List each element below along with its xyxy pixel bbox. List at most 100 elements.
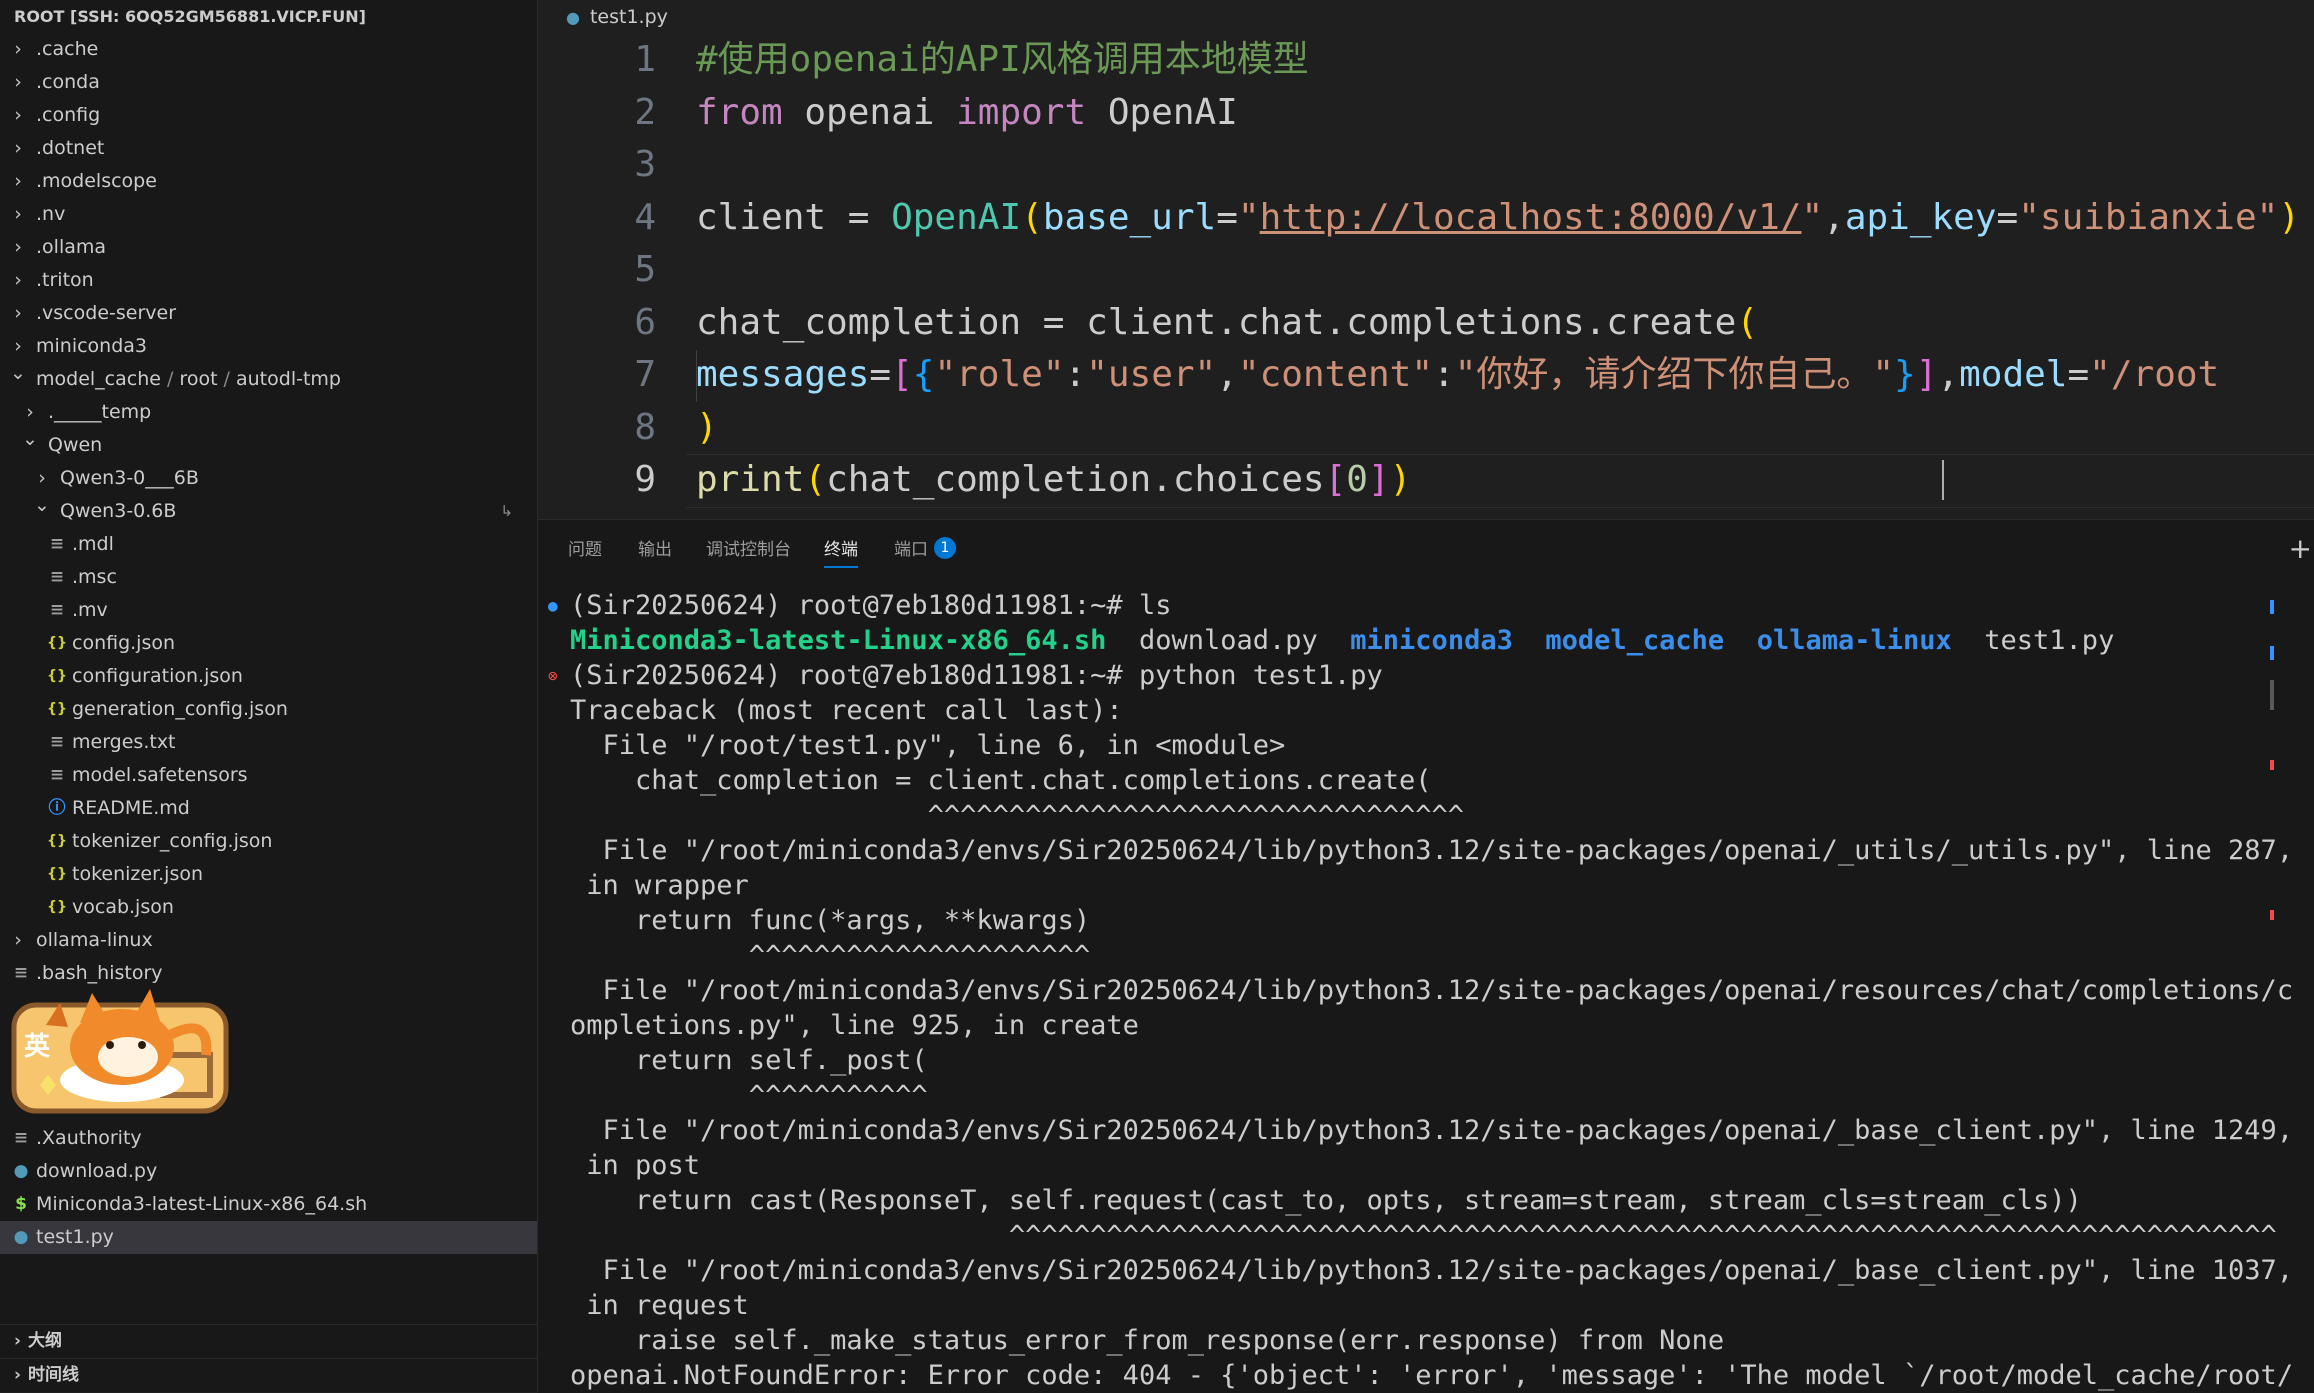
terminal-line: in post <box>570 1148 2310 1183</box>
tree-folder[interactable]: › .nv <box>0 198 537 231</box>
terminal-line: File "/root/miniconda3/envs/Sir20250624/… <box>570 1253 2310 1288</box>
chevron-right-icon: › <box>14 302 22 324</box>
compact-path-segment: autodl-tmp <box>236 368 341 390</box>
terminal-line: File "/root/miniconda3/envs/Sir20250624/… <box>570 1113 2310 1148</box>
outline-section[interactable]: › 大纲 <box>0 1324 537 1358</box>
terminal-line: ^^^^^^^^^^^^^^^^^^^^^ <box>570 938 2310 973</box>
tree-file[interactable]: ≡ model.safetensors <box>0 759 537 792</box>
terminal-text: File "/root/miniconda3/envs/Sir20250624/… <box>570 835 2294 866</box>
terminal-line: ompletions.py", line 925, in create <box>570 1008 2310 1043</box>
tree-folder[interactable]: › .cache <box>0 33 537 66</box>
tree-file[interactable]: {} config.json <box>0 627 537 660</box>
tree-folder[interactable]: ⌄ Qwen <box>0 428 537 462</box>
tree-item-label: download.py <box>36 1160 158 1182</box>
chevron-right-icon: › <box>14 170 22 192</box>
tree-file[interactable]: ≡ merges.txt <box>0 726 537 759</box>
text-file-icon: ≡ <box>49 567 65 587</box>
code-token: OpenAI <box>1086 91 1238 133</box>
tree-folder[interactable]: › ._____temp <box>0 396 537 429</box>
code-token: "user" <box>1086 354 1217 395</box>
python-file-icon: ● <box>13 1227 29 1247</box>
new-terminal-icon[interactable]: + <box>2289 532 2312 565</box>
code-text: from openai import OpenAI <box>696 87 1238 139</box>
text-file-icon: ≡ <box>49 600 65 620</box>
tree-item-label: ollama-linux <box>36 929 153 951</box>
tree-item-label: .msc <box>72 566 117 588</box>
tree-file[interactable]: ● download.py <box>0 1155 537 1188</box>
terminal-text: (Sir20250624) root@7eb180d11981:~# pytho… <box>570 660 1383 691</box>
code-token: ) <box>2278 196 2300 238</box>
tree-folder[interactable]: › .config <box>0 99 537 132</box>
tree-file[interactable]: $ Miniconda3-latest-Linux-x86_64.sh <box>0 1188 537 1221</box>
tree-file[interactable]: ≡ .mv <box>0 594 537 627</box>
tree-file[interactable]: ≡ .Xauthority <box>0 1122 537 1155</box>
code-text: #使用openai的API风格调用本地模型 <box>696 34 1309 86</box>
terminal-overview-ruler[interactable] <box>2270 580 2274 1393</box>
terminal-line: File "/root/miniconda3/envs/Sir20250624/… <box>570 833 2310 868</box>
info-file-icon: ⓘ <box>48 798 66 818</box>
terminal-line: return self._post( <box>570 1043 2310 1078</box>
tree-folder[interactable]: › .vscode-server <box>0 297 537 330</box>
tree-item-label: .modelscope <box>36 170 157 192</box>
line-number: 8 <box>634 406 656 448</box>
code-token: base_url <box>1042 196 1217 238</box>
terminal-text: File "/root/miniconda3/envs/Sir20250624/… <box>570 1255 2294 1286</box>
terminal-text: openai.NotFoundError: Error code: 404 - … <box>570 1360 2294 1391</box>
tab-output[interactable]: 输出 <box>638 520 672 580</box>
timeline-section[interactable]: › 时间线 <box>0 1358 537 1392</box>
tree-file[interactable]: {} tokenizer.json <box>0 858 537 891</box>
code-token: = <box>2067 354 2090 395</box>
command-success-icon[interactable]: ● <box>548 588 558 623</box>
tree-file[interactable]: ● test1.py <box>0 1221 537 1254</box>
shell-file-icon: $ <box>15 1194 27 1214</box>
tree-file[interactable]: {} configuration.json <box>0 660 537 693</box>
tab-debug-console[interactable]: 调试控制台 <box>706 520 791 580</box>
tree-folder[interactable]: › .modelscope <box>0 165 537 198</box>
tree-file[interactable]: {} vocab.json <box>0 891 537 924</box>
terminal-line: in request <box>570 1288 2310 1323</box>
tree-folder[interactable]: › .ollama <box>0 231 537 264</box>
tree-folder[interactable]: › .dotnet <box>0 132 537 165</box>
tree-folder[interactable]: › .conda <box>0 66 537 99</box>
code-token: = <box>869 354 892 395</box>
panel-tabs: 问题 输出 调试控制台 终端 端口 1 + <box>538 520 2314 580</box>
code-token: , <box>1216 354 1238 395</box>
tab-ports[interactable]: 端口 1 <box>894 520 956 580</box>
tree-folder[interactable]: › ollama-linux <box>0 924 537 957</box>
terminal-output[interactable]: ● (Sir20250624) root@7eb180d11981:~# ls Mi… <box>548 588 2310 1393</box>
editor-tab-test1[interactable]: ● test1.py <box>538 0 2314 34</box>
terminal-text: ollama-linux <box>1756 625 1952 656</box>
tree-file[interactable]: ≡ .mdl <box>0 528 537 561</box>
chevron-right-icon: › <box>14 269 22 291</box>
tree-file[interactable]: {} tokenizer_config.json <box>0 825 537 858</box>
terminal-text: File "/root/miniconda3/envs/Sir20250624/… <box>570 975 2294 1006</box>
tree-item-label: .config <box>36 104 101 126</box>
tab-terminal[interactable]: 终端 <box>824 520 858 580</box>
tree-file[interactable]: ⓘ README.md <box>0 792 537 825</box>
command-error-icon[interactable]: ⊗ <box>548 658 558 693</box>
tree-folder[interactable]: › miniconda3 <box>0 330 537 363</box>
tree-folder[interactable]: ⌄ model_cache / root / autodl-tmp <box>0 362 537 396</box>
chevron-down-icon: ⌄ <box>10 362 26 384</box>
code-token: } <box>1894 354 1916 395</box>
python-file-icon: ● <box>13 1161 29 1181</box>
tab-problems[interactable]: 问题 <box>568 520 602 580</box>
line-number: 6 <box>634 301 656 343</box>
code-token: , <box>1823 196 1845 238</box>
chevron-right-icon: › <box>14 1331 22 1351</box>
tree-folder[interactable]: ⌄ Qwen3-0.6B ↳ <box>0 494 537 528</box>
terminal-text: in request <box>570 1290 749 1321</box>
tree-file[interactable]: {} generation_config.json <box>0 693 537 726</box>
tree-folder[interactable]: › Qwen3-0___6B <box>0 462 537 495</box>
code-token: [ <box>891 354 913 395</box>
bottom-panel: 问题 输出 调试控制台 终端 端口 1 + ● (Sir20250624) root… <box>538 519 2314 1393</box>
tree-item-label: configuration.json <box>72 665 243 687</box>
line-number: 7 <box>634 354 656 395</box>
tree-file[interactable]: ≡ .msc <box>0 561 537 594</box>
tree-item-label: tokenizer_config.json <box>72 830 273 852</box>
terminal-text: in wrapper <box>570 870 749 901</box>
code-editor[interactable]: ● test1.py 1 #使用openai的API风格调用本地模型 2 from op… <box>538 0 2314 518</box>
code-token: from <box>696 91 783 133</box>
tree-folder[interactable]: › .triton <box>0 264 537 297</box>
